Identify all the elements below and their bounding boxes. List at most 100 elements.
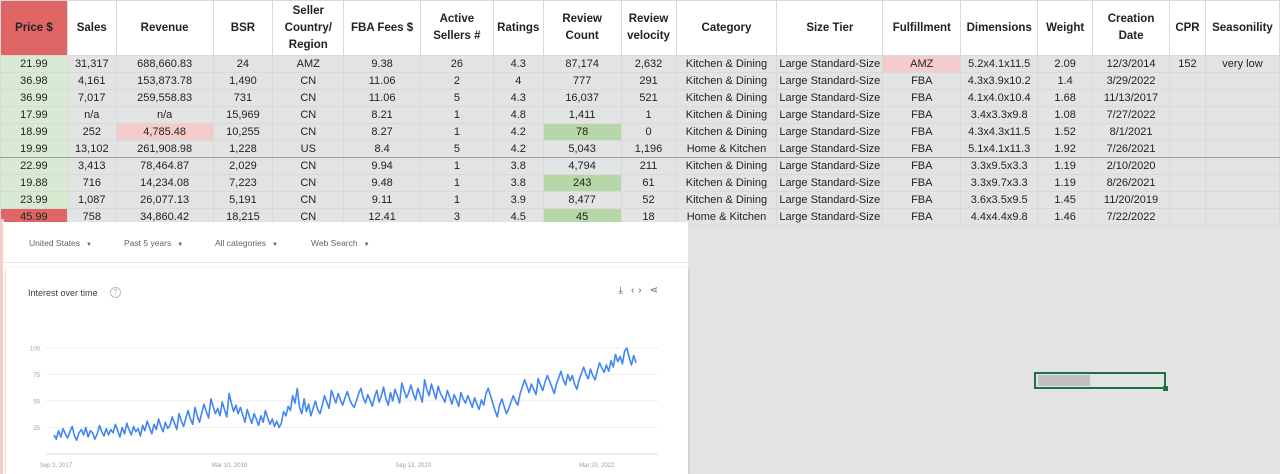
table-cell[interactable]: 521	[620, 89, 677, 107]
table-cell[interactable]: FBA	[882, 208, 962, 226]
table-cell[interactable]: 4.2	[492, 140, 544, 158]
table-cell[interactable]: 2,029	[212, 157, 274, 175]
table-cell[interactable]	[1168, 208, 1206, 226]
table-cell[interactable]: 5	[419, 140, 494, 158]
table-cell[interactable]: 4.3x4.3x11.5	[960, 123, 1039, 141]
table-cell[interactable]: CN	[272, 174, 345, 192]
fill-handle[interactable]	[1163, 386, 1168, 391]
table-cell[interactable]	[1168, 123, 1206, 141]
table-cell[interactable]: 153,873.78	[115, 72, 214, 90]
table-cell[interactable]: 9.94	[343, 157, 421, 175]
table-cell[interactable]: Kitchen & Dining	[675, 89, 778, 107]
column-header[interactable]: Review velocity	[620, 0, 677, 56]
column-header[interactable]: Seasonility	[1204, 0, 1280, 56]
table-cell[interactable]: 1	[419, 123, 494, 141]
table-cell[interactable]: 777	[542, 72, 622, 90]
table-cell[interactable]: Kitchen & Dining	[675, 72, 778, 90]
table-cell[interactable]: 87,174	[542, 55, 622, 73]
table-cell[interactable]: 9.48	[343, 174, 421, 192]
table-cell[interactable]: 5.1x4.1x11.3	[960, 140, 1039, 158]
table-cell[interactable]: Large Standard-Size	[776, 140, 884, 158]
table-cell[interactable]: 3.6x3.5x9.5	[960, 191, 1039, 209]
table-cell[interactable]: 5,191	[212, 191, 274, 209]
table-cell[interactable]: 1	[419, 157, 494, 175]
table-cell[interactable]: CN	[272, 157, 345, 175]
selected-cell[interactable]	[1034, 372, 1166, 389]
table-cell[interactable]: 4.8	[492, 106, 544, 124]
table-cell[interactable]: 11.06	[343, 89, 421, 107]
table-cell[interactable]: 2	[419, 72, 494, 90]
table-cell[interactable]: FBA	[882, 106, 962, 124]
table-cell[interactable]: n/a	[66, 106, 117, 124]
table-cell[interactable]: Kitchen & Dining	[675, 174, 778, 192]
filter-time-range[interactable]: Past 5 years ▼	[124, 238, 183, 248]
table-cell[interactable]: 8.4	[343, 140, 421, 158]
filter-search-type[interactable]: Web Search ▼	[311, 238, 370, 248]
table-cell[interactable]: 4.3	[492, 89, 544, 107]
table-cell[interactable]	[1168, 157, 1206, 175]
table-cell[interactable]: Kitchen & Dining	[675, 55, 778, 73]
table-cell[interactable]: Large Standard-Size	[776, 157, 884, 175]
table-cell[interactable]: 3.3x9.7x3.3	[960, 174, 1039, 192]
table-cell[interactable]: 0	[620, 123, 677, 141]
column-header[interactable]: Dimensions	[960, 0, 1039, 56]
table-cell[interactable]	[1168, 72, 1206, 90]
column-header[interactable]: FBA Fees $	[343, 0, 421, 56]
table-cell[interactable]	[1204, 140, 1280, 158]
column-header[interactable]: Size Tier	[776, 0, 884, 56]
table-cell[interactable]	[1204, 157, 1280, 175]
table-cell[interactable]: 22.99	[0, 157, 68, 175]
table-cell[interactable]: 3.4x3.3x9.8	[960, 106, 1039, 124]
table-cell[interactable]: FBA	[882, 174, 962, 192]
table-cell[interactable]: 31,317	[66, 55, 117, 73]
table-cell[interactable]: 3.3x9.5x3.3	[960, 157, 1039, 175]
table-cell[interactable]: Large Standard-Size	[776, 174, 884, 192]
table-cell[interactable]: US	[272, 140, 345, 158]
table-cell[interactable]	[1168, 191, 1206, 209]
table-cell[interactable]: Home & Kitchen	[675, 208, 778, 226]
table-cell[interactable]: 259,558.83	[115, 89, 214, 107]
table-cell[interactable]: 2.09	[1037, 55, 1094, 73]
table-cell[interactable]	[1204, 208, 1280, 226]
table-cell[interactable]: 18.99	[0, 123, 68, 141]
table-cell[interactable]: 1,087	[66, 191, 117, 209]
table-cell[interactable]: Large Standard-Size	[776, 89, 884, 107]
table-cell[interactable]: 1.19	[1037, 174, 1094, 192]
table-cell[interactable]: 16,037	[542, 89, 622, 107]
table-cell[interactable]: 4.2	[492, 123, 544, 141]
table-cell[interactable]: 688,660.83	[115, 55, 214, 73]
column-header[interactable]: Seller Country/ Region	[272, 0, 345, 56]
table-cell[interactable]: 61	[620, 174, 677, 192]
table-cell[interactable]: 1.4	[1037, 72, 1094, 90]
table-cell[interactable]: 3,413	[66, 157, 117, 175]
table-cell[interactable]: 1	[419, 191, 494, 209]
table-cell[interactable]: 4.3	[492, 55, 544, 73]
table-cell[interactable]	[1204, 174, 1280, 192]
table-cell[interactable]: n/a	[115, 106, 214, 124]
table-cell[interactable]: CN	[272, 89, 345, 107]
table-cell[interactable]	[1204, 89, 1280, 107]
table-cell[interactable]	[1204, 123, 1280, 141]
table-cell[interactable]: 7/26/2021	[1092, 140, 1170, 158]
column-header[interactable]: Review Count	[542, 0, 622, 56]
table-cell[interactable]: 8.27	[343, 123, 421, 141]
table-cell[interactable]: 5	[419, 89, 494, 107]
table-cell[interactable]: FBA	[882, 191, 962, 209]
table-cell[interactable]	[1168, 89, 1206, 107]
table-cell[interactable]	[1204, 191, 1280, 209]
table-cell[interactable]: 24	[212, 55, 274, 73]
table-cell[interactable]: Large Standard-Size	[776, 106, 884, 124]
table-cell[interactable]: 2/10/2020	[1092, 157, 1170, 175]
filter-category[interactable]: All categories ▼	[215, 238, 278, 248]
table-cell[interactable]: 1.08	[1037, 106, 1094, 124]
table-cell[interactable]: 4,161	[66, 72, 117, 90]
table-cell[interactable]: 19.88	[0, 174, 68, 192]
table-cell[interactable]: 11.06	[343, 72, 421, 90]
table-cell[interactable]: 4.4x4.4x9.8	[960, 208, 1039, 226]
table-cell[interactable]: 4,794	[542, 157, 622, 175]
table-cell[interactable]: 36.99	[0, 89, 68, 107]
table-cell[interactable]: 26	[419, 55, 494, 73]
table-cell[interactable]: 78	[542, 123, 622, 141]
table-cell[interactable]: 152	[1168, 55, 1206, 73]
table-cell[interactable]: 731	[212, 89, 274, 107]
